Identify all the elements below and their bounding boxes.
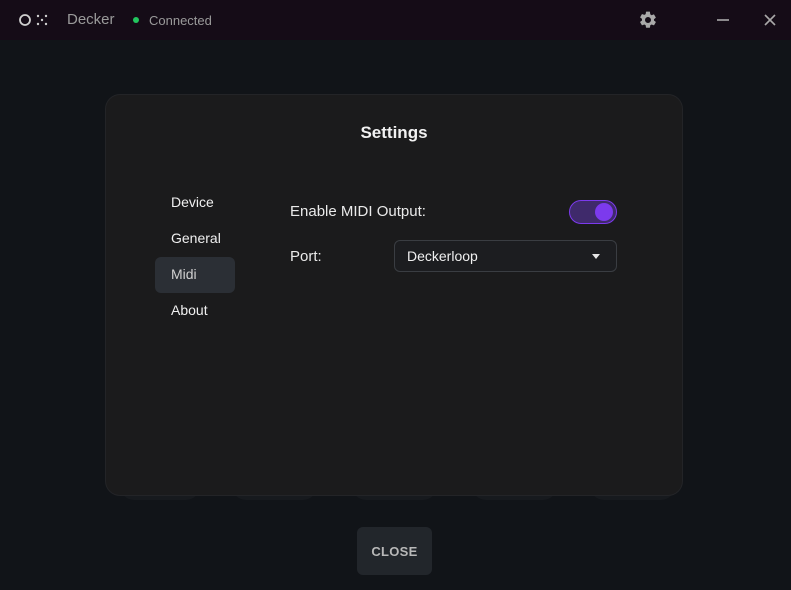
- port-label: Port:: [290, 248, 322, 265]
- nav-item-device[interactable]: Device: [155, 185, 235, 221]
- caret-down-icon: [592, 254, 600, 259]
- gear-icon: [640, 11, 656, 28]
- nav-item-general[interactable]: General: [155, 221, 235, 257]
- settings-button[interactable]: [636, 8, 660, 32]
- ox-logo-icon: [19, 14, 48, 26]
- close-icon: [764, 14, 776, 26]
- settings-dialog: Settings Device General Midi About Enabl…: [106, 95, 682, 495]
- nav-item-about[interactable]: About: [155, 293, 235, 329]
- title-bar: Decker Connected: [0, 0, 791, 40]
- connection-status-dot: [133, 17, 139, 23]
- enable-midi-label: Enable MIDI Output:: [290, 203, 426, 220]
- connection-status: Connected: [149, 13, 212, 28]
- toggle-knob: [595, 203, 613, 221]
- nav-item-midi[interactable]: Midi: [155, 257, 235, 293]
- enable-midi-toggle[interactable]: [569, 200, 617, 224]
- port-select[interactable]: Deckerloop: [394, 240, 617, 272]
- app-name: Decker: [67, 11, 115, 28]
- settings-nav: Device General Midi About: [155, 185, 235, 329]
- minimize-button[interactable]: [711, 8, 735, 32]
- close-window-button[interactable]: [758, 8, 782, 32]
- close-button[interactable]: CLOSE: [357, 527, 432, 575]
- port-select-value: Deckerloop: [407, 248, 478, 264]
- dialog-title: Settings: [360, 123, 428, 142]
- minimize-icon: [717, 19, 729, 21]
